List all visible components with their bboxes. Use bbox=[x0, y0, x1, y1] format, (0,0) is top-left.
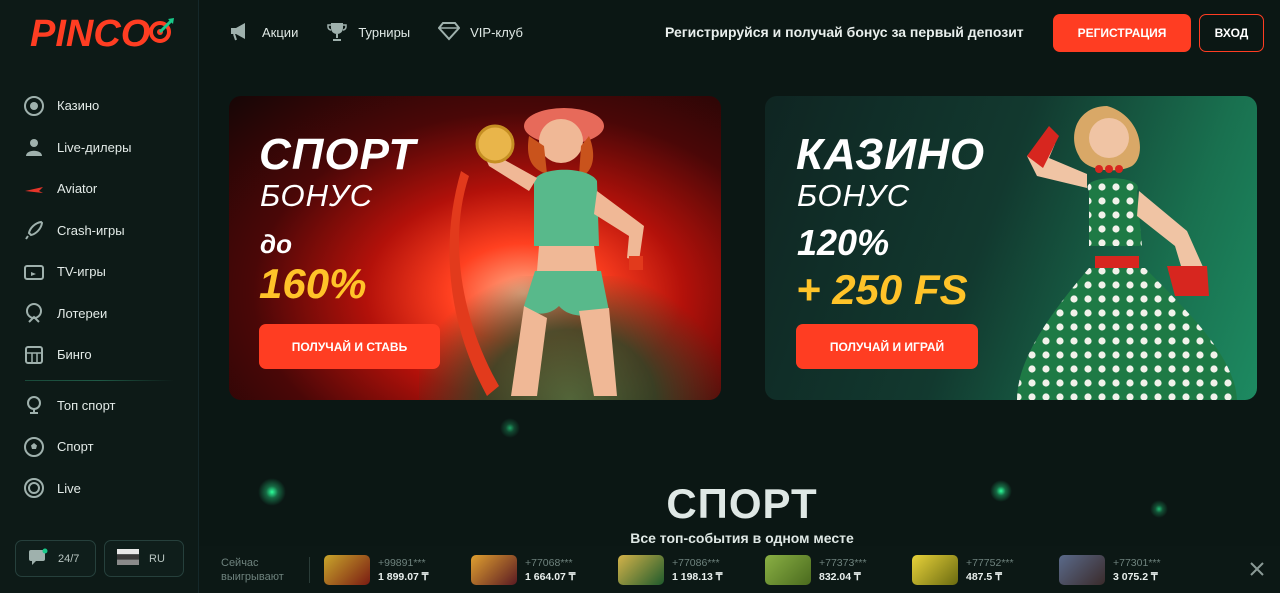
sidebar-item-bingo[interactable]: Бинго bbox=[0, 334, 199, 376]
ticker-divider bbox=[309, 556, 310, 583]
sidebar-item-sport[interactable]: Спорт bbox=[0, 426, 199, 468]
casino-banner-free-spins: + 250 FS bbox=[796, 266, 968, 313]
bingo-icon bbox=[22, 343, 46, 367]
winner-user: +77301*** bbox=[1113, 556, 1161, 569]
winner-user: +77086*** bbox=[672, 556, 720, 569]
nav-label: VIP-клуб bbox=[470, 24, 523, 40]
sport-section-subtitle: Все топ-события в одном месте bbox=[630, 530, 854, 546]
winner-user: +77373*** bbox=[819, 556, 867, 569]
support-label: 24/7 bbox=[58, 552, 80, 565]
cup-icon bbox=[326, 20, 348, 45]
nav-promotions[interactable]: Акции bbox=[228, 21, 298, 44]
winner-user: +77068*** bbox=[525, 556, 573, 569]
diamond-icon bbox=[437, 21, 461, 44]
lottery-icon bbox=[22, 301, 46, 325]
sidebar-item-casino[interactable]: Казино bbox=[0, 85, 199, 127]
sidebar-item-top-sport[interactable]: Топ спорт bbox=[0, 385, 199, 427]
win-amount: 487.5 ₸ bbox=[966, 570, 1002, 583]
header-promo-text: Регистрируйся и получай бонус за первый … bbox=[665, 24, 1024, 40]
sport-bonus-banner[interactable]: СПОРТ БОНУС до 160% ПОЛУЧАЙ И СТАВЬ bbox=[229, 96, 721, 400]
ticker-win-item[interactable]: +77373*** 832.04 ₸ bbox=[765, 554, 912, 585]
dart-target-icon bbox=[149, 18, 175, 43]
game-thumbnail bbox=[471, 554, 517, 585]
sidebar-item-label: Казино bbox=[57, 98, 100, 114]
win-amount: 1 899.07 ₸ bbox=[378, 570, 429, 583]
casino-pinup-figure bbox=[1017, 106, 1237, 400]
flag-icon bbox=[117, 549, 139, 568]
register-button[interactable]: РЕГИСТРАЦИЯ bbox=[1053, 14, 1191, 52]
winner-user: +77752*** bbox=[966, 556, 1014, 569]
logo-text: PINCO bbox=[30, 12, 151, 55]
nav-label: Акции bbox=[262, 24, 299, 40]
casino-bonus-button[interactable]: ПОЛУЧАЙ И ИГРАЙ bbox=[796, 324, 978, 369]
ticker-label-line2: выигрывают bbox=[221, 570, 284, 583]
megaphone-icon bbox=[228, 21, 252, 44]
win-amount: 1 664.07 ₸ bbox=[525, 570, 576, 583]
top-nav: Акции Турниры VIP-клуб bbox=[228, 18, 523, 46]
sidebar-nav: Казино Live-дилеры Aviator Crash-игры TV… bbox=[0, 85, 199, 509]
nav-label: Турниры bbox=[358, 24, 411, 40]
game-thumbnail bbox=[912, 554, 958, 585]
win-amount: 832.04 ₸ bbox=[819, 570, 861, 583]
win-amount: 3 075.2 ₸ bbox=[1113, 570, 1158, 583]
casino-banner-subtitle: БОНУС bbox=[797, 178, 911, 213]
win-amount: 1 198.13 ₸ bbox=[672, 570, 723, 583]
nav-tournaments[interactable]: Турниры bbox=[326, 20, 410, 45]
ticker-label: Сейчас выигрывают bbox=[199, 556, 309, 584]
ticker-win-item[interactable]: +77301*** 3 075.2 ₸ bbox=[1059, 554, 1206, 585]
ticker-win-item[interactable]: +77752*** 487.5 ₸ bbox=[912, 554, 1059, 585]
sidebar-item-label: Спорт bbox=[57, 439, 94, 455]
winner-user: +99891*** bbox=[378, 556, 426, 569]
login-button[interactable]: ВХОД bbox=[1199, 14, 1264, 52]
soccer-ball-icon bbox=[22, 435, 46, 459]
casino-chip-icon bbox=[22, 94, 46, 118]
sidebar-item-label: TV-игры bbox=[57, 264, 106, 280]
glow-particle bbox=[500, 418, 520, 438]
sidebar-item-label: Лотереи bbox=[57, 305, 108, 321]
sport-section-title: СПОРТ bbox=[666, 480, 818, 527]
language-label: RU bbox=[149, 552, 165, 565]
casino-banner-percent: 120% bbox=[797, 222, 890, 263]
winners-ticker: Сейчас выигрывают +99891*** 1 899.07 ₸ +7… bbox=[199, 546, 1280, 593]
sidebar-item-crash-games[interactable]: Crash-игры bbox=[0, 210, 199, 252]
trophy-ball-icon bbox=[22, 393, 46, 417]
sport-banner-prefix: до bbox=[260, 229, 292, 259]
rocket-icon bbox=[22, 218, 46, 242]
sidebar-item-live-dealers[interactable]: Live-дилеры bbox=[0, 127, 199, 169]
pinco-logo[interactable]: PINCO bbox=[30, 12, 176, 56]
game-thumbnail bbox=[324, 554, 370, 585]
sidebar-item-label: Live-дилеры bbox=[57, 139, 132, 155]
plane-icon bbox=[22, 177, 46, 201]
sport-banner-title: СПОРТ bbox=[259, 130, 417, 179]
sidebar-item-label: Crash-игры bbox=[57, 222, 125, 238]
game-thumbnail bbox=[765, 554, 811, 585]
ticker-win-item[interactable]: +77086*** 1 198.13 ₸ bbox=[618, 554, 765, 585]
sidebar-item-tv-games[interactable]: TV-игры bbox=[0, 251, 199, 293]
close-icon[interactable] bbox=[1248, 560, 1266, 578]
sport-pinup-figure bbox=[449, 108, 644, 396]
chat-icon bbox=[28, 548, 48, 569]
sidebar-item-aviator[interactable]: Aviator bbox=[0, 168, 199, 210]
tv-icon bbox=[22, 260, 46, 284]
dealer-icon bbox=[22, 135, 46, 159]
game-thumbnail bbox=[618, 554, 664, 585]
ticker-win-item[interactable]: +99891*** 1 899.07 ₸ bbox=[324, 554, 471, 585]
ticker-label-line1: Сейчас bbox=[221, 556, 259, 569]
game-thumbnail bbox=[1059, 554, 1105, 585]
sport-banner-value: 160% bbox=[259, 260, 367, 307]
sport-banner-subtitle: БОНУС bbox=[260, 178, 374, 213]
sidebar-item-label: Топ спорт bbox=[57, 397, 116, 413]
sport-bonus-button[interactable]: ПОЛУЧАЙ И СТАВЬ bbox=[259, 324, 440, 369]
sidebar-item-lottery[interactable]: Лотереи bbox=[0, 293, 199, 335]
sidebar-item-label: Aviator bbox=[57, 181, 98, 197]
casino-banner-title: КАЗИНО bbox=[796, 130, 986, 179]
sidebar-item-label: Бинго bbox=[57, 347, 92, 363]
nav-vip-club[interactable]: VIP-клуб bbox=[437, 21, 523, 44]
sidebar-divider bbox=[25, 379, 174, 381]
casino-bonus-banner[interactable]: КАЗИНО БОНУС 120% + 250 FS ПОЛУЧАЙ И ИГР… bbox=[765, 96, 1257, 400]
ticker-win-item[interactable]: +77068*** 1 664.07 ₸ bbox=[471, 554, 618, 585]
